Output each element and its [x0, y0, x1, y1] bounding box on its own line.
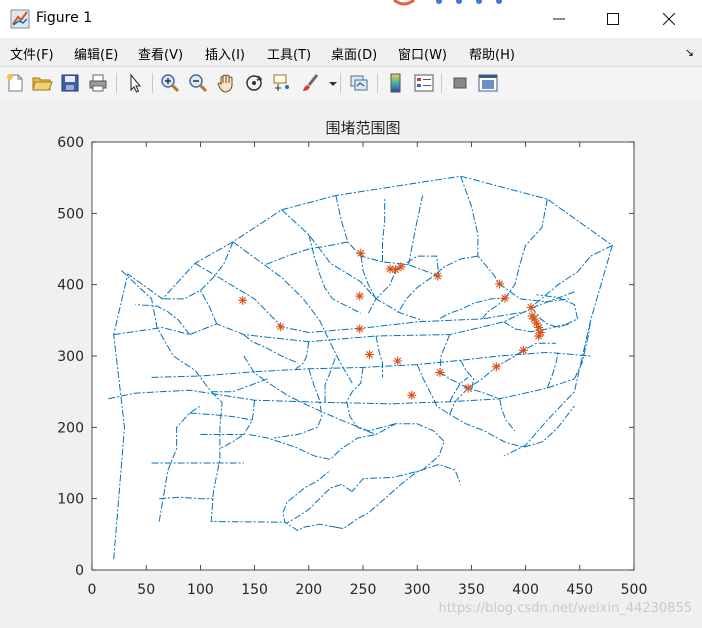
print-icon[interactable] — [87, 72, 109, 94]
star-marker — [393, 356, 403, 366]
x-tick-label: 200 — [295, 582, 322, 598]
data-cursor-icon[interactable] — [271, 72, 293, 94]
title-bar: Figure 1 — [0, 0, 702, 38]
y-tick-label: 600 — [57, 135, 84, 151]
open-file-icon[interactable] — [31, 72, 53, 94]
toolbar-separator — [152, 73, 153, 93]
y-tick-label: 300 — [57, 349, 84, 365]
y-tick-label: 100 — [57, 492, 84, 508]
y-tick-label: 0 — [75, 563, 84, 579]
y-tick-label: 500 — [57, 206, 84, 222]
star-marker — [491, 362, 501, 372]
x-tick-label: 50 — [137, 582, 155, 598]
rotate-3d-icon[interactable] — [243, 72, 265, 94]
close-button[interactable] — [642, 0, 696, 38]
x-tick-label: 100 — [187, 582, 214, 598]
menu-bar: 文件(F) 编辑(E) 查看(V) 插入(I) 工具(T) 桌面(D) 窗口(W… — [0, 38, 702, 66]
toolbar-separator — [441, 73, 442, 93]
minimize-button[interactable] — [532, 0, 586, 38]
maximize-icon — [607, 13, 619, 25]
select-pointer-icon[interactable] — [124, 72, 146, 94]
maximize-button[interactable] — [586, 0, 640, 38]
minimize-icon — [553, 18, 565, 20]
star-marker — [435, 367, 445, 377]
menu-tools[interactable]: 工具(T) — [267, 44, 311, 63]
menu-edit[interactable]: 编辑(E) — [74, 44, 118, 63]
star-marker — [495, 279, 505, 289]
star-marker — [276, 322, 286, 332]
figure-canvas-area: 围堵范围图 0 50 100 150 200 250 300 350 400 450 500 0 100 2… — [0, 99, 702, 628]
link-plot-icon[interactable] — [348, 72, 370, 94]
chart-title: 围堵范围图 — [325, 119, 400, 137]
close-icon — [663, 13, 675, 25]
toolbar-separator — [116, 73, 117, 93]
menu-desktop[interactable]: 桌面(D) — [331, 44, 377, 63]
x-tick-label: 450 — [566, 582, 593, 598]
toolbar-separator — [340, 73, 341, 93]
x-tick-label: 350 — [458, 582, 485, 598]
menu-window[interactable]: 窗口(W) — [398, 44, 447, 63]
pan-hand-icon[interactable] — [215, 72, 237, 94]
axes-background — [92, 142, 634, 570]
watermark-text: https://blog.csdn.net/weixin_44230855 — [438, 601, 692, 616]
star-marker — [356, 248, 366, 258]
x-tick-label: 250 — [350, 582, 377, 598]
brush-dropdown-icon[interactable] — [322, 72, 337, 94]
brush-icon[interactable] — [299, 72, 321, 94]
menu-help[interactable]: 帮助(H) — [469, 44, 515, 63]
x-tick-label: 150 — [241, 582, 268, 598]
y-tick-label: 200 — [57, 420, 84, 436]
star-marker — [365, 350, 375, 360]
menu-view[interactable]: 查看(V) — [138, 44, 183, 63]
new-figure-icon[interactable] — [4, 72, 26, 94]
zoom-in-icon[interactable] — [159, 72, 181, 94]
menu-insert[interactable]: 插入(I) — [205, 44, 245, 63]
show-plot-tools-icon[interactable] — [477, 72, 499, 94]
legend-icon[interactable] — [413, 72, 435, 94]
star-marker — [500, 293, 510, 303]
menu-file[interactable]: 文件(F) — [10, 44, 54, 63]
toolbar — [0, 66, 702, 100]
toolbar-separator — [377, 73, 378, 93]
x-tick-label: 300 — [404, 582, 431, 598]
overlay-logo-icon — [393, 0, 502, 6]
matlab-app-icon — [10, 9, 30, 29]
colorbar-icon[interactable] — [385, 72, 407, 94]
star-marker — [463, 383, 473, 393]
plot-canvas[interactable]: 围堵范围图 0 50 100 150 200 250 300 350 400 450 500 0 100 2… — [0, 99, 702, 628]
y-tick-label: 400 — [57, 278, 84, 294]
x-tick-label: 0 — [88, 582, 97, 598]
figure-window: Figure 1 文件(F) 编辑(E) 查看(V) 插入(I) 工具(T) 桌… — [0, 0, 702, 628]
hide-plot-tools-icon[interactable] — [449, 72, 471, 94]
dock-arrow-icon[interactable]: ↘ — [685, 46, 694, 59]
star-marker — [407, 390, 417, 400]
window-title: Figure 1 — [36, 10, 93, 26]
zoom-out-icon[interactable] — [187, 72, 209, 94]
x-tick-label: 400 — [512, 582, 539, 598]
x-tick-label: 500 — [621, 582, 648, 598]
save-icon[interactable] — [59, 72, 81, 94]
